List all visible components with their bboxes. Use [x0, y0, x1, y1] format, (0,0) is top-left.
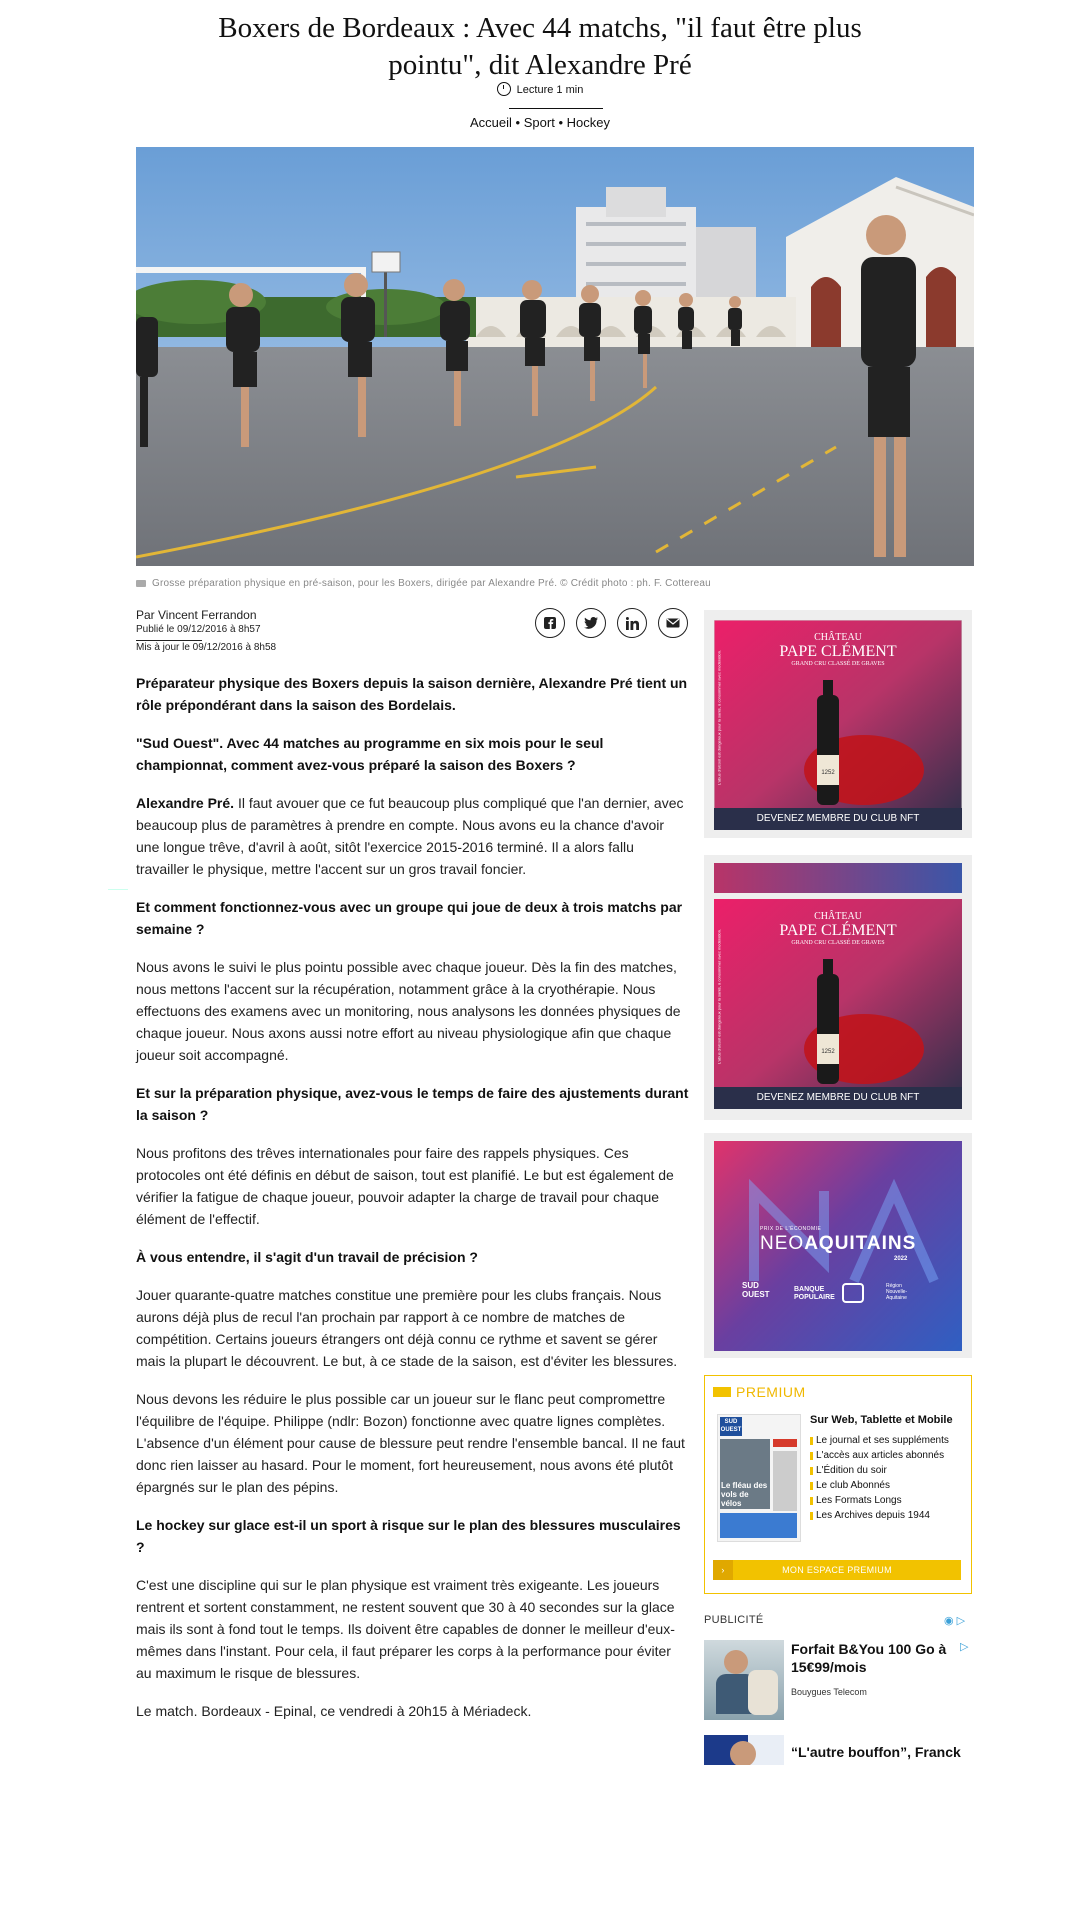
breadcrumb-separator: •	[515, 115, 521, 130]
premium-feature: Les Archives depuis 1944	[810, 1508, 965, 1523]
wine-bottle-year: 1252	[821, 770, 835, 776]
crown-icon	[713, 1387, 731, 1397]
linkedin-icon[interactable]	[617, 608, 647, 638]
sponsored-item[interactable]: Forfait B&You 100 Go à 15€99/mois Bouygu…	[704, 1640, 972, 1722]
premium-feature: Le journal et ses suppléments	[810, 1433, 965, 1448]
adchoices-icon[interactable]: ◉ ▷	[944, 1614, 965, 1627]
question-1: "Sud Ouest". Avec 44 matches au programm…	[136, 735, 604, 773]
wine-cta[interactable]: DEVENEZ MEMBRE DU CLUB NFT	[714, 1092, 962, 1103]
author[interactable]: Par Vincent Ferrandon	[136, 608, 257, 622]
updated-date: Mis à jour le 09/12/2016 à 8h58	[136, 642, 277, 653]
read-time-label: Lecture 1 min	[516, 84, 584, 96]
divider	[136, 640, 202, 641]
premium-button-label: MON ESPACE PREMIUM	[782, 1565, 892, 1575]
answer-4: Jouer quarante-quatre matches constitue …	[136, 1287, 678, 1369]
neo-title-b: AQUITAINS	[804, 1233, 917, 1254]
premium-feature: L'accès aux articles abonnés	[810, 1448, 965, 1463]
wine-brand-line1: CHÂTEAU	[814, 632, 862, 643]
neo-aquitains-ad[interactable]: PRIX DE L'ÉCONOMIE NEOAQUITAINS 2022 SUD…	[714, 1141, 962, 1351]
article-title: Boxers de Bordeaux : Avec 44 matchs, "il…	[218, 12, 862, 81]
promo-thumbnail	[704, 1735, 784, 1765]
promo-title[interactable]: “L'autre bouffon”, Franck Dubosc	[791, 1743, 971, 1765]
question-3: Et sur la préparation physique, avez-vou…	[136, 1085, 689, 1123]
paper-headline: Le fléau des vols de vélos	[721, 1481, 768, 1508]
breadcrumb-separator: •	[558, 115, 563, 130]
answer-5: C'est une discipline qui sur le plan phy…	[136, 1577, 675, 1681]
answer-1: Alexandre Pré. Il faut avouer que ce fut…	[136, 792, 690, 880]
closing-note: Le match. Bordeaux - Epinal, ce vendredi…	[136, 1703, 532, 1719]
wine-brand-line3: GRAND CRU CLASSÉ DE GRAVES	[791, 940, 885, 946]
wine-bottle-year: 1252	[821, 1049, 835, 1055]
promo-title[interactable]: Forfait B&You 100 Go à 15€99/mois	[791, 1640, 971, 1676]
sponsor-sudouest-a: SUD	[742, 1281, 759, 1290]
wine-brand-line2: PAPE CLÉMENT	[779, 643, 897, 660]
ad-slot: PRIX DE L'ÉCONOMIE NEOAQUITAINS 2022 SUD…	[704, 1133, 972, 1358]
premium-feature: Les Formats Longs	[810, 1493, 965, 1508]
article-lead: Préparateur physique des Boxers depuis l…	[136, 675, 688, 713]
read-time: Lecture 1 min	[0, 82, 1080, 96]
ad-banner-strip	[714, 863, 962, 893]
wine-cta[interactable]: DEVENEZ MEMBRE DU CLUB NFT	[714, 813, 962, 824]
premium-feature: L'Édition du soir	[810, 1463, 965, 1478]
divider	[509, 108, 603, 109]
ad-slot: CHÂTEAU PAPE CLÉMENT GRAND CRU CLASSÉ DE…	[704, 855, 972, 1120]
clock-icon	[496, 82, 511, 96]
hero-photo	[136, 147, 974, 566]
premium-heading: PREMIUM	[713, 1384, 806, 1400]
wine-brand-line2: PAPE CLÉMENT	[779, 922, 897, 939]
wine-health-warning: L'abus d'alcool est dangereux pour la sa…	[716, 928, 722, 1065]
premium-feature: Le club Abonnés	[810, 1478, 965, 1493]
bp-logo-icon	[842, 1283, 864, 1303]
answer-3: Nous profitons des trêves internationale…	[136, 1145, 674, 1227]
facebook-icon[interactable]	[535, 608, 565, 638]
sponsor-bp-a: BANQUE	[794, 1286, 825, 1293]
speaker-name: Alexandre Pré.	[136, 795, 235, 811]
premium-label: PREMIUM	[736, 1384, 806, 1400]
neo-year: 2022	[894, 1256, 908, 1262]
premium-subtitle: Sur Web, Tablette et Mobile	[810, 1414, 953, 1426]
promo-source: Bouygues Telecom	[791, 1687, 867, 1697]
premium-box: PREMIUM SUD OUEST Le fléau des vols de v…	[704, 1375, 972, 1594]
wine-brand-line1: CHÂTEAU	[814, 911, 862, 922]
photo-caption-text: Grosse préparation physique en pré-saiso…	[152, 578, 711, 589]
question-2: Et comment fonctionnez-vous avec un grou…	[136, 899, 683, 937]
photo-caption: Grosse préparation physique en pré-saiso…	[136, 578, 711, 589]
answer-4-continued: Nous devons les réduire le plus possible…	[136, 1391, 685, 1495]
newspaper-thumbnail: SUD OUEST Le fléau des vols de vélos	[717, 1414, 801, 1542]
arrow-right-icon: ›	[713, 1560, 733, 1580]
paper-name-b: OUEST	[720, 1427, 742, 1433]
camera-icon	[136, 580, 146, 587]
article-body: Préparateur physique des Boxers depuis l…	[136, 672, 690, 1738]
neo-kicker: PRIX DE L'ÉCONOMIE	[760, 1226, 822, 1232]
answer-2: Nous avons le suivi le plus pointu possi…	[136, 959, 681, 1063]
wine-ad[interactable]: CHÂTEAU PAPE CLÉMENT GRAND CRU CLASSÉ DE…	[714, 899, 962, 1109]
premium-space-button[interactable]: › MON ESPACE PREMIUM	[713, 1560, 961, 1580]
sponsor-sudouest-b: OUEST	[742, 1290, 770, 1299]
sponsor-region-c: Aquitaine	[886, 1295, 907, 1301]
paper-name-a: SUD	[724, 1419, 738, 1425]
breadcrumb-hockey[interactable]: Hockey	[567, 115, 610, 130]
promo-thumbnail	[704, 1640, 784, 1720]
breadcrumb-accueil[interactable]: Accueil	[470, 115, 512, 130]
question-5: Le hockey sur glace est-il un sport à ri…	[136, 1517, 681, 1555]
breadcrumb-sport[interactable]: Sport	[524, 115, 555, 130]
wine-ad[interactable]: CHÂTEAU PAPE CLÉMENT GRAND CRU CLASSÉ DE…	[713, 619, 963, 831]
neo-title-a: NEO	[760, 1233, 805, 1254]
question-4: À vous entendre, il s'agit d'un travail …	[136, 1249, 478, 1265]
adchoices-icon[interactable]: ▷	[960, 1640, 968, 1653]
sponsor-bp-b: POPULAIRE	[794, 1294, 835, 1301]
wine-health-warning: L'abus d'alcool est dangereux pour la sa…	[716, 649, 722, 786]
ad-label: PUBLICITÉ	[704, 1614, 764, 1626]
sponsored-item[interactable]: “L'autre bouffon”, Franck Dubosc	[704, 1735, 972, 1765]
breadcrumb: Accueil • Sport • Hockey	[0, 115, 1080, 130]
published-date: Publié le 09/12/2016 à 8h57	[136, 624, 261, 635]
premium-features: Le journal et ses suppléments L'accès au…	[810, 1433, 965, 1523]
ad-slot: CHÂTEAU PAPE CLÉMENT GRAND CRU CLASSÉ DE…	[704, 610, 972, 838]
email-icon[interactable]	[658, 608, 688, 638]
twitter-icon[interactable]	[576, 608, 606, 638]
wine-brand-line3: GRAND CRU CLASSÉ DE GRAVES	[791, 661, 885, 667]
margin-marker	[108, 889, 128, 890]
